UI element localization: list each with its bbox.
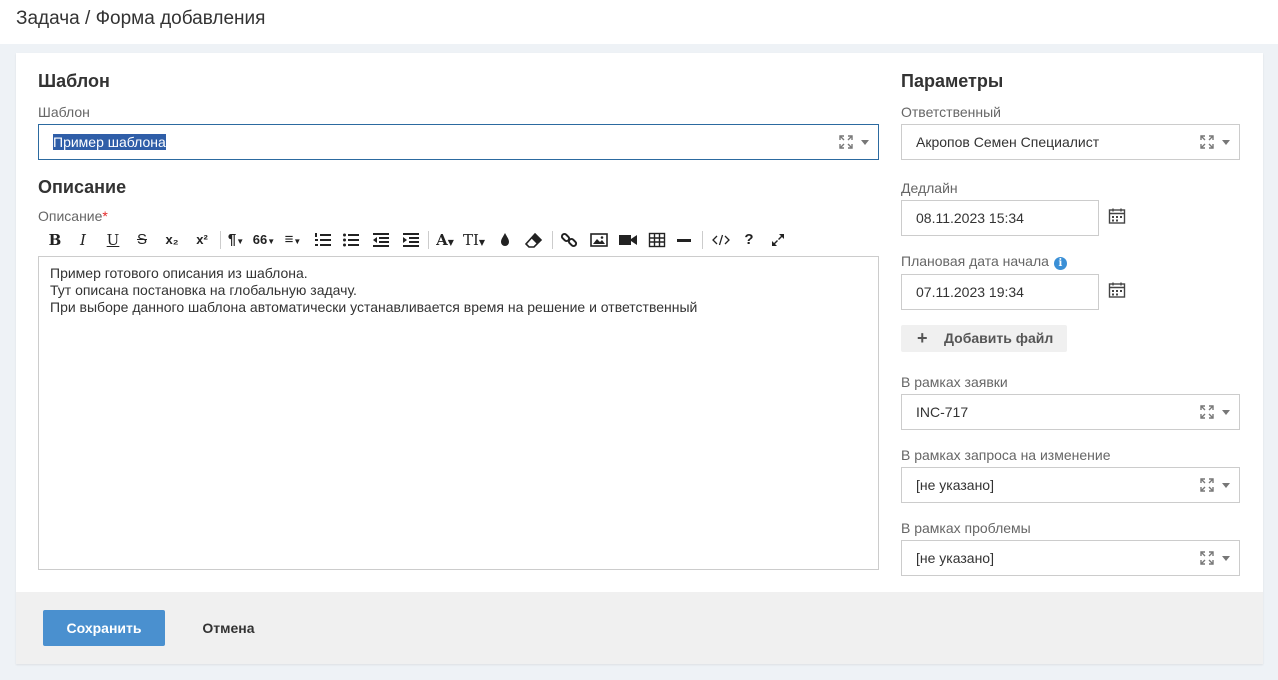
start-date-label: Плановая дата начала i	[901, 253, 1067, 270]
chevron-down-icon[interactable]	[1222, 483, 1230, 488]
template-section-title: Шаблон	[38, 71, 110, 91]
description-section-title: Описание	[38, 177, 127, 197]
description-label: Описание*	[38, 208, 108, 224]
italic-icon[interactable]: I	[76, 228, 90, 252]
required-mark: *	[102, 208, 108, 224]
clear-format-icon[interactable]	[524, 232, 544, 248]
save-button[interactable]: Сохранить	[43, 610, 165, 646]
outdent-icon[interactable]	[372, 231, 390, 249]
cancel-button[interactable]: Отмена	[186, 610, 271, 646]
toolbar-separator	[220, 231, 221, 249]
problem-label: В рамках проблемы	[901, 520, 1031, 536]
text-color-icon[interactable]: A▼	[432, 228, 458, 252]
request-value: INC-717	[916, 404, 969, 420]
start-date-input[interactable]: 07.11.2023 19:34	[901, 274, 1099, 310]
expand-icon[interactable]	[1199, 404, 1215, 420]
video-icon[interactable]	[618, 232, 638, 248]
table-icon[interactable]	[648, 231, 666, 249]
superscript-icon[interactable]: x²	[192, 228, 212, 252]
font-size-icon[interactable]: TI▼	[460, 228, 488, 252]
description-line: Тут описана постановка на глобальную зад…	[50, 282, 357, 298]
subscript-icon[interactable]: x₂	[162, 228, 182, 252]
horizontal-line-icon[interactable]	[676, 231, 692, 249]
description-line: Пример готового описания из шаблона.	[50, 265, 308, 281]
underline-icon[interactable]: U	[104, 228, 122, 252]
chevron-down-icon[interactable]	[1222, 556, 1230, 561]
link-icon[interactable]	[560, 231, 578, 249]
toolbar-separator	[702, 231, 703, 249]
page-title: Задача / Форма добавления	[16, 8, 266, 29]
start-date-value: 07.11.2023 19:34	[916, 284, 1024, 300]
code-view-icon[interactable]	[712, 231, 730, 249]
plus-icon: +	[917, 328, 928, 348]
template-value: Пример шаблона	[53, 134, 166, 150]
description-editor[interactable]: Пример готового описания из шаблона. Тут…	[38, 256, 879, 570]
top-bar: Задача / Форма добавления	[0, 0, 1278, 44]
bold-icon[interactable]: B	[46, 228, 64, 252]
template-select[interactable]: Пример шаблона	[38, 124, 879, 160]
expand-icon[interactable]	[1199, 550, 1215, 566]
expand-icon[interactable]	[838, 134, 854, 150]
add-file-button[interactable]: + Добавить файл	[901, 325, 1067, 352]
chevron-down-icon[interactable]	[1222, 140, 1230, 145]
calendar-icon[interactable]	[1108, 207, 1126, 225]
toolbar-separator	[428, 231, 429, 249]
chevron-down-icon[interactable]	[861, 140, 869, 145]
unordered-list-icon[interactable]	[342, 231, 360, 249]
request-label: В рамках заявки	[901, 374, 1008, 390]
quote-icon[interactable]: 66▼	[250, 228, 278, 252]
description-line: При выборе данного шаблона автоматически…	[50, 299, 698, 315]
change-request-value: [не указано]	[916, 477, 994, 493]
deadline-input[interactable]: 08.11.2023 15:34	[901, 200, 1099, 236]
info-icon[interactable]: i	[1053, 257, 1067, 270]
deadline-value: 08.11.2023 15:34	[916, 210, 1024, 226]
align-icon[interactable]: ≡▼	[280, 228, 306, 252]
deadline-label: Дедлайн	[901, 180, 958, 196]
problem-value: [не указано]	[916, 550, 994, 566]
responsible-value: Акропов Семен Специалист	[916, 134, 1100, 150]
add-file-label: Добавить файл	[944, 330, 1054, 346]
responsible-select[interactable]: Акропов Семен Специалист	[901, 124, 1240, 160]
toolbar-separator	[552, 231, 553, 249]
expand-icon[interactable]	[1199, 477, 1215, 493]
paragraph-icon[interactable]: ¶▼	[224, 228, 248, 252]
problem-select[interactable]: [не указано]	[901, 540, 1240, 576]
expand-icon[interactable]	[1199, 134, 1215, 150]
responsible-label: Ответственный	[901, 104, 1001, 120]
chevron-down-icon[interactable]	[1222, 410, 1230, 415]
fullscreen-icon[interactable]	[770, 232, 786, 248]
image-icon[interactable]	[590, 231, 608, 249]
request-select[interactable]: INC-717	[901, 394, 1240, 430]
background-color-icon[interactable]	[498, 232, 512, 248]
indent-icon[interactable]	[402, 231, 420, 249]
form-card: Шаблон Шаблон Пример шаблона Описание Оп…	[16, 53, 1263, 664]
ordered-list-icon[interactable]	[314, 231, 332, 249]
strikethrough-icon[interactable]: S	[134, 228, 150, 252]
change-request-select[interactable]: [не указано]	[901, 467, 1240, 503]
help-icon[interactable]: ?	[742, 228, 756, 252]
change-request-label: В рамках запроса на изменение	[901, 447, 1111, 463]
template-label: Шаблон	[38, 104, 90, 120]
params-title: Параметры	[901, 71, 1004, 91]
editor-toolbar: B I U S x₂ x² ¶▼ 66▼ ≡▼ A▼ TI▼ ?	[38, 228, 798, 254]
calendar-icon[interactable]	[1108, 281, 1126, 299]
